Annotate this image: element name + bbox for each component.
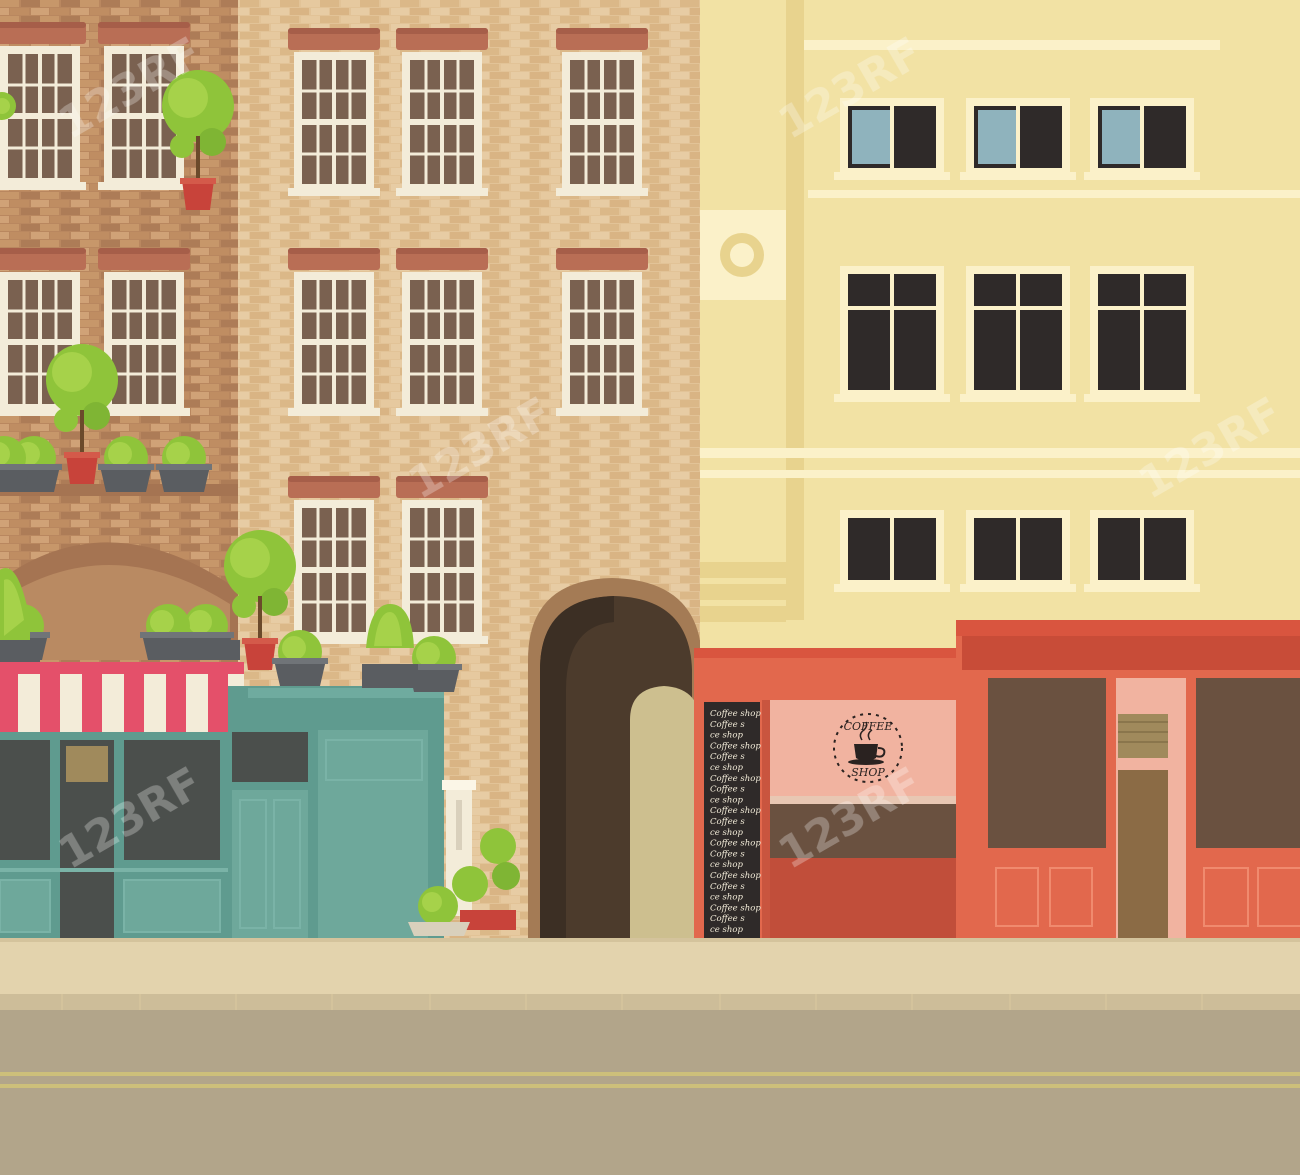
coffee-shop: COFFEE SHOP Coffee shopCoffee sce shopCo… (694, 648, 980, 940)
sign-line: Coffee s (710, 817, 745, 827)
road (0, 1010, 1300, 1175)
sign-line: ce shop (710, 828, 743, 838)
sign-line: ce shop (710, 731, 743, 741)
coffee-shop-sign-board: Coffee shopCoffee sce shopCoffee shopCof… (704, 702, 761, 938)
sign-line: Coffee s (710, 914, 745, 924)
sign-line: Coffee shop (710, 709, 761, 719)
sign-line: ce shop (710, 795, 743, 805)
sign-line: Coffee shop (710, 774, 761, 784)
yellow-windows (832, 96, 1202, 594)
sign-line: ce shop (710, 925, 743, 935)
sign-line: ce shop (710, 860, 743, 870)
sign-line: Coffee shop (710, 839, 761, 849)
sign-line: ce shop (710, 763, 743, 773)
sign-line: Coffee shop (710, 871, 761, 881)
sign-line: Coffee s (710, 785, 745, 795)
red-shopfront (956, 620, 1300, 940)
sign-line: ce shop (710, 893, 743, 903)
sidewalk (0, 938, 1300, 1010)
striped-awning (0, 662, 244, 732)
sign-line: Coffee shop (710, 903, 761, 913)
teal-shop (228, 686, 444, 940)
sign-line: Coffee shop (710, 806, 761, 816)
logo-top-text: COFFEE (844, 720, 893, 733)
street-scene: COFFEE SHOP Coffee shopCoffee sce shopCo… (0, 0, 1300, 1175)
sign-line: Coffee s (710, 882, 745, 892)
sign-line: Coffee s (710, 849, 745, 859)
sign-line: Coffee s (710, 720, 745, 730)
sign-line: Coffee shop (710, 741, 761, 751)
sign-line: Coffee s (710, 752, 745, 762)
